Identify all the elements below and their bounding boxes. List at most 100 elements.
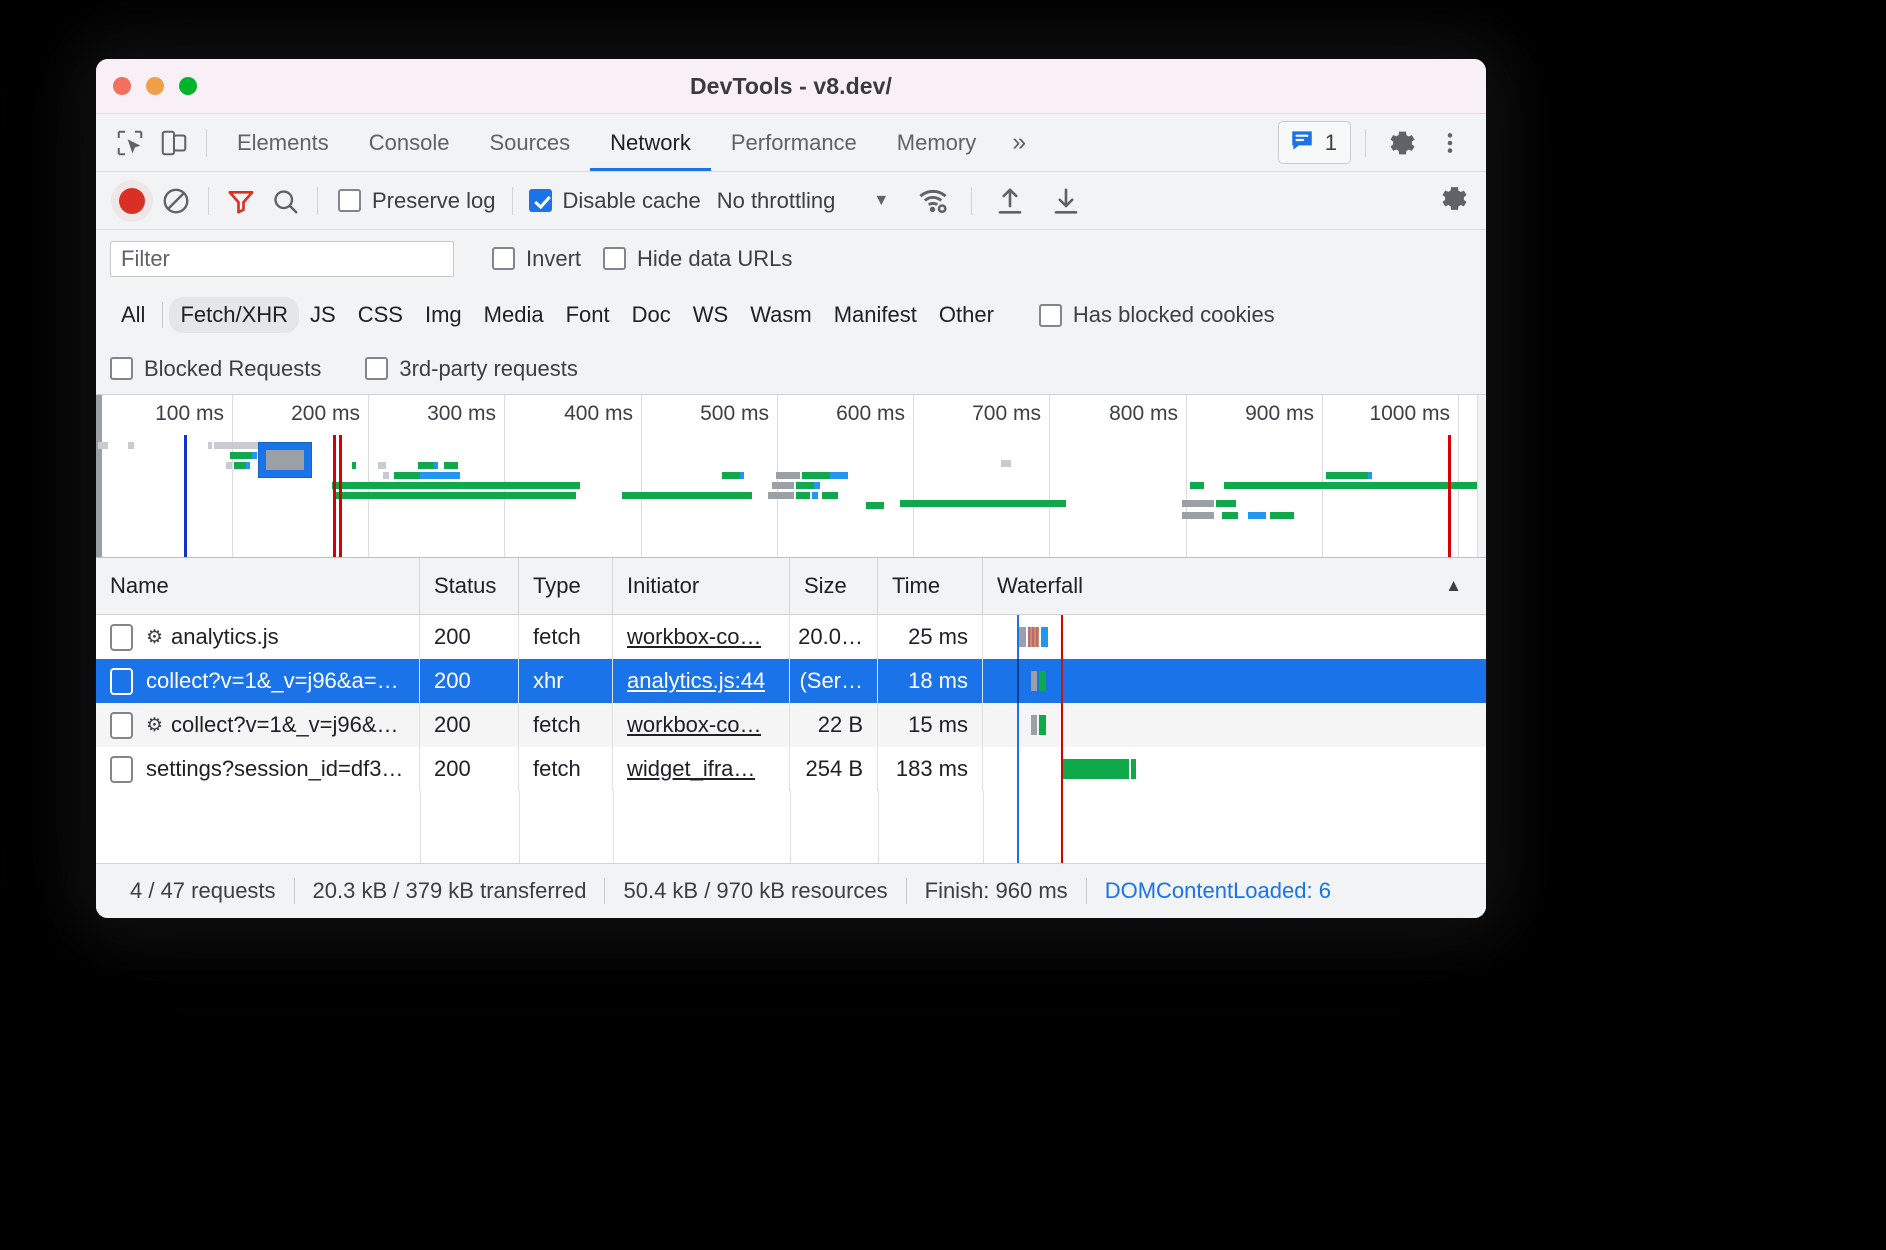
type-filter-media[interactable]: Media [473,297,555,333]
overview-selected-request[interactable] [258,442,312,478]
cell-initiator[interactable]: workbox-co… [613,703,790,747]
overview-tick-800ms: 800 ms [1109,402,1186,426]
column-header-initiator[interactable]: Initiator [613,558,790,614]
column-header-type[interactable]: Type [519,558,613,614]
column-header-name[interactable]: Name [96,558,420,614]
issues-count: 1 [1325,130,1337,156]
cell-time: 18 ms [878,659,983,703]
inspect-element-icon[interactable] [108,121,152,165]
row-checkbox[interactable] [110,668,133,695]
export-har-icon[interactable] [1044,179,1088,223]
filter-row: Invert Hide data URLs [96,230,1486,287]
cell-waterfall [983,659,1486,703]
invert-checkbox[interactable]: Invert [492,246,581,272]
type-filter-other[interactable]: Other [928,297,1005,333]
more-options-icon[interactable] [1428,121,1472,165]
type-filter-ws[interactable]: WS [682,297,739,333]
device-toolbar-icon[interactable] [152,121,196,165]
cell-name[interactable]: ⚙ analytics.js [96,615,420,659]
type-filter-css[interactable]: CSS [347,297,414,333]
table-row[interactable]: ⚙ collect?v=1&_v=j96&a… 200 fetch workbo… [96,703,1486,747]
network-conditions-icon[interactable] [911,179,955,223]
column-header-waterfall[interactable]: Waterfall ▲ [983,558,1486,614]
row-checkbox[interactable] [110,712,133,739]
column-header-status[interactable]: Status [420,558,519,614]
record-button[interactable] [110,179,154,223]
clear-button[interactable] [154,179,198,223]
cell-name[interactable]: collect?v=1&_v=j96&a=1… [96,659,420,703]
net-toolbar-divider-1 [208,187,209,215]
column-header-waterfall-label: Waterfall [997,573,1083,599]
tab-network[interactable]: Network [590,114,711,171]
cell-name[interactable]: ⚙ collect?v=1&_v=j96&a… [96,703,420,747]
has-blocked-cookies-checkbox[interactable]: Has blocked cookies [1039,302,1275,328]
status-transferred: 20.3 kB / 379 kB transferred [295,878,605,904]
type-filter-img[interactable]: Img [414,297,473,333]
table-row[interactable]: settings?session_id=df3… 200 fetch widge… [96,747,1486,791]
cell-type: fetch [519,747,613,791]
toolbar-divider [206,129,207,157]
net-toolbar-divider-3 [512,187,513,215]
blocked-requests-box [110,357,133,380]
disable-cache-checkbox[interactable]: Disable cache [529,188,701,214]
row-checkbox[interactable] [110,756,133,783]
cell-waterfall [983,615,1486,659]
third-party-requests-checkbox[interactable]: 3rd-party requests [365,356,578,382]
more-tabs-button[interactable]: » [996,114,1042,171]
network-status-bar: 4 / 47 requests 20.3 kB / 379 kB transfe… [96,863,1486,918]
row-checkbox[interactable] [110,624,133,651]
blocked-requests-checkbox[interactable]: Blocked Requests [110,356,321,382]
initiator-link[interactable]: workbox-co… [627,624,761,650]
search-icon[interactable] [263,179,307,223]
tab-performance[interactable]: Performance [711,114,877,171]
tab-memory[interactable]: Memory [877,114,996,171]
initiator-link[interactable]: widget_ifra… [627,756,755,782]
overview-finish-marker [1448,435,1451,557]
table-row[interactable]: ⚙ analytics.js 200 fetch workbox-co… 20.… [96,615,1486,659]
overview-tick-700ms: 700 ms [972,402,1049,426]
cell-name[interactable]: settings?session_id=df3… [96,747,420,791]
type-filter-wasm[interactable]: Wasm [739,297,823,333]
table-row[interactable]: collect?v=1&_v=j96&a=1… 200 xhr analytic… [96,659,1486,703]
initiator-link[interactable]: workbox-co… [627,712,761,738]
type-filter-fetch-xhr[interactable]: Fetch/XHR [169,297,299,333]
status-finish: Finish: 960 ms [907,878,1086,904]
cell-initiator[interactable]: workbox-co… [613,615,790,659]
tab-sources[interactable]: Sources [469,114,590,171]
cell-size: 254 B [790,747,878,791]
service-worker-gear-icon: ⚙ [146,714,163,737]
column-header-size[interactable]: Size [790,558,878,614]
column-header-time[interactable]: Time [878,558,983,614]
type-filter-manifest[interactable]: Manifest [823,297,928,333]
tab-elements[interactable]: Elements [217,114,349,171]
type-filter-js[interactable]: JS [299,297,347,333]
throttling-select[interactable]: No throttling [717,188,836,214]
table-header-row: Name Status Type Initiator Size Time Wat… [96,558,1486,615]
cell-initiator[interactable]: analytics.js:44 [613,659,790,703]
cell-time: 25 ms [878,615,983,659]
chevron-down-icon[interactable]: ▼ [873,192,889,210]
resource-type-filters: All Fetch/XHR JS CSS Img Media Font Doc … [96,287,1486,343]
initiator-link[interactable]: analytics.js:44 [627,668,765,694]
cell-time: 183 ms [878,747,983,791]
type-filter-font[interactable]: Font [555,297,621,333]
import-har-icon[interactable] [988,179,1032,223]
disable-cache-box [529,189,552,212]
issues-button[interactable]: 1 [1278,121,1351,164]
tab-console[interactable]: Console [349,114,470,171]
preserve-log-checkbox[interactable]: Preserve log [338,188,496,214]
type-filter-all[interactable]: All [110,297,156,333]
preserve-log-box [338,189,361,212]
filter-input[interactable] [110,241,454,277]
hide-data-urls-checkbox[interactable]: Hide data URLs [603,246,792,272]
network-overview-timeline[interactable]: 100 ms 200 ms 300 ms 400 ms 500 ms 600 m… [96,395,1486,558]
cell-waterfall [983,747,1486,791]
filter-funnel-icon[interactable] [219,179,263,223]
type-filter-doc[interactable]: Doc [621,297,682,333]
network-settings-gear-icon[interactable] [1438,182,1470,219]
overview-tick-200ms: 200 ms [291,402,368,426]
has-blocked-cookies-label: Has blocked cookies [1073,302,1275,328]
settings-gear-icon[interactable] [1380,121,1424,165]
cell-initiator[interactable]: widget_ifra… [613,747,790,791]
overview-scrollbar[interactable] [1477,395,1486,557]
